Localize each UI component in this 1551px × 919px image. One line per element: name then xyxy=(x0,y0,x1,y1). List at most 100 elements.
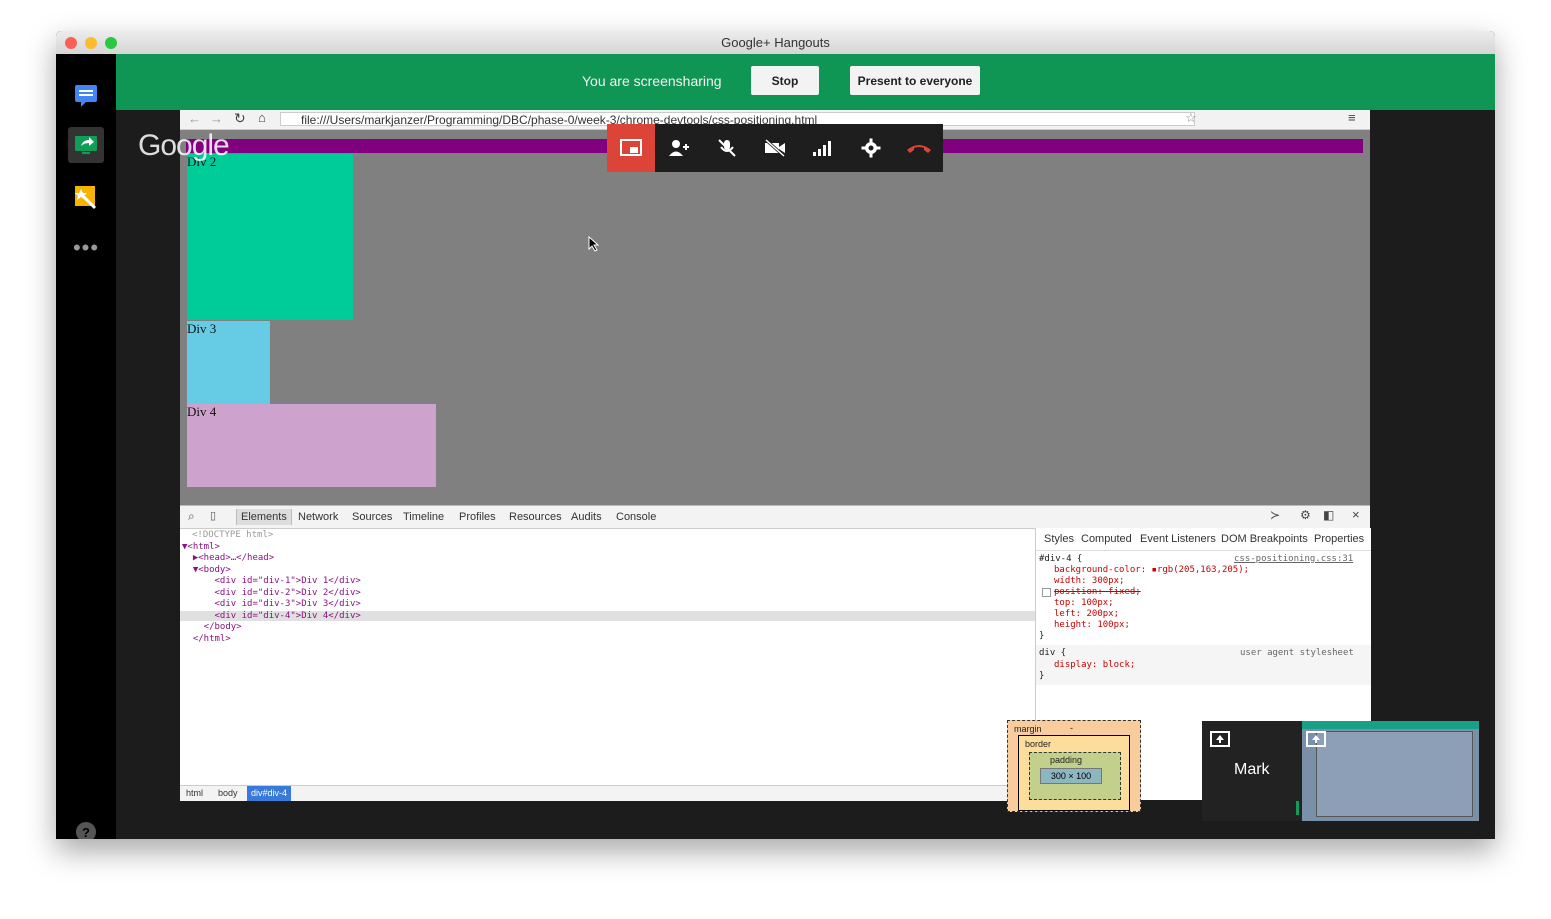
screenshare-thumb-icon xyxy=(1306,731,1326,747)
preview-banner xyxy=(1302,721,1479,729)
breadcrumb: html body div#div-4 xyxy=(180,785,1035,801)
styles-tabbar: Styles Computed Event Listeners DOM Brea… xyxy=(1036,528,1371,551)
forward-icon[interactable]: → xyxy=(210,111,223,126)
tab-styles[interactable]: Styles xyxy=(1044,533,1074,545)
box-padding: padding 300 × 100 xyxy=(1029,752,1121,800)
devtools-panel: ⌕ ▯ Elements Network Sources Timeline Pr… xyxy=(180,505,1371,801)
tab-network[interactable]: Network xyxy=(298,511,338,523)
box-border-label: border xyxy=(1025,739,1052,749)
screenshare-preview-thumbnail[interactable] xyxy=(1302,721,1479,821)
tab-event-listeners[interactable]: Event Listeners xyxy=(1140,533,1216,545)
mic-off-icon[interactable] xyxy=(703,124,751,172)
div-4-label: Div 4 xyxy=(187,404,217,419)
rule-property[interactable]: background-color: ▪rgb(205,163,205); xyxy=(1054,565,1249,575)
box-margin-label: margin xyxy=(1014,724,1042,734)
rule-property-disabled[interactable]: position: fixed; xyxy=(1054,587,1141,597)
present-to-everyone-button[interactable]: Present to everyone xyxy=(850,66,980,95)
rule-property[interactable]: left: 200px; xyxy=(1054,609,1119,619)
ua-rule-source: user agent stylesheet xyxy=(1240,648,1354,658)
rule-property[interactable]: width: 300px; xyxy=(1054,576,1124,586)
tree-line-selected[interactable]: <div id="div-4">Div 4</div> xyxy=(180,611,1037,621)
rule-close: } xyxy=(1039,631,1045,641)
tree-line[interactable]: ▶<head>…</head> xyxy=(182,553,274,563)
hangouts-sidebar: ••• ? xyxy=(56,54,116,839)
tab-resources[interactable]: Resources xyxy=(509,511,562,523)
help-icon[interactable]: ? xyxy=(76,822,96,839)
tree-line[interactable]: <div id="div-2">Div 2</div> xyxy=(182,588,361,598)
google-logo: Google xyxy=(138,129,230,162)
device-mode-icon[interactable]: ▯ xyxy=(210,509,216,522)
div-2-box: Div 2 xyxy=(187,154,353,320)
reload-icon[interactable]: ↻ xyxy=(234,110,246,127)
screenshare-thumb-icon xyxy=(1210,731,1230,747)
div-3-box: Div 3 xyxy=(187,321,270,404)
window-title: Google+ Hangouts xyxy=(721,35,830,50)
div-3-label: Div 3 xyxy=(187,321,217,336)
dock-icon[interactable]: ◧ xyxy=(1323,508,1334,522)
back-icon[interactable]: ← xyxy=(188,111,201,126)
tab-profiles[interactable]: Profiles xyxy=(459,511,496,523)
rule-property[interactable]: top: 100px; xyxy=(1054,598,1114,608)
hangup-icon[interactable] xyxy=(895,124,943,172)
call-controls xyxy=(607,124,943,172)
tree-line[interactable]: </html> xyxy=(182,634,231,644)
ua-rule-close: } xyxy=(1039,671,1045,681)
tree-line[interactable]: <div id="div-3">Div 3</div> xyxy=(182,599,361,609)
home-icon[interactable]: ⌂ xyxy=(258,110,266,125)
devtools-tabbar: ⌕ ▯ Elements Network Sources Timeline Pr… xyxy=(180,506,1370,529)
screenshare-icon[interactable] xyxy=(68,127,104,163)
tab-properties[interactable]: Properties xyxy=(1314,533,1364,545)
tab-audits[interactable]: Audits xyxy=(571,511,602,523)
title-bar: Google+ Hangouts xyxy=(56,31,1495,55)
div-4-box: Div 4 xyxy=(187,404,436,487)
tree-line[interactable]: <div id="div-1">Div 1</div> xyxy=(182,576,361,586)
inspect-icon[interactable]: ⌕ xyxy=(188,509,195,524)
tree-line[interactable]: </body> xyxy=(182,622,242,632)
console-drawer-icon[interactable]: ≻ xyxy=(1270,508,1280,522)
audio-level-icon xyxy=(1296,801,1299,815)
ua-rule-selector: div { xyxy=(1039,648,1067,658)
tree-line[interactable]: ▼<html> xyxy=(182,542,220,552)
tab-elements[interactable]: Elements xyxy=(236,509,292,525)
breadcrumb-body[interactable]: body xyxy=(218,788,238,798)
tree-line[interactable]: <!DOCTYPE html> xyxy=(192,530,273,540)
rule-source-link[interactable]: css-positioning.css:31 xyxy=(1234,554,1353,564)
box-content: 300 × 100 xyxy=(1040,768,1102,784)
tab-dom-breakpoints[interactable]: DOM Breakpoints xyxy=(1221,533,1308,545)
settings-icon[interactable] xyxy=(847,124,895,172)
chat-icon[interactable] xyxy=(68,77,104,113)
tree-line[interactable]: ▼<body> xyxy=(182,565,231,575)
add-person-icon[interactable] xyxy=(655,124,703,172)
tab-computed[interactable]: Computed xyxy=(1081,533,1132,545)
rule-property[interactable]: height: 100px; xyxy=(1054,620,1130,630)
ua-rule-property: display: block; xyxy=(1054,660,1136,670)
box-margin-value: - xyxy=(1070,723,1073,733)
breadcrumb-html[interactable]: html xyxy=(186,788,203,798)
signal-icon[interactable] xyxy=(799,124,847,172)
tab-sources[interactable]: Sources xyxy=(352,511,392,523)
rule-selector: #div-4 { xyxy=(1039,554,1083,564)
screenshare-status: You are screensharing xyxy=(582,73,722,89)
menu-icon[interactable]: ≡ xyxy=(1348,110,1356,125)
box-border: border padding 300 × 100 xyxy=(1018,735,1130,811)
participant-name: Mark xyxy=(1234,761,1270,778)
property-checkbox[interactable] xyxy=(1042,588,1051,597)
preview-screen xyxy=(1316,731,1473,817)
tab-timeline[interactable]: Timeline xyxy=(403,511,444,523)
more-icon[interactable]: ••• xyxy=(68,230,104,266)
screenshare-banner: You are screensharing Stop Present to ev… xyxy=(116,54,1495,110)
box-model-diagram: margin - border padding 300 × 100 xyxy=(1007,720,1141,812)
devtools-settings-icon[interactable]: ⚙ xyxy=(1300,508,1311,522)
tab-console[interactable]: Console xyxy=(616,511,656,523)
bookmark-star-icon[interactable]: ☆ xyxy=(1185,110,1197,126)
participant-thumbnail[interactable]: Mark xyxy=(1202,721,1302,821)
stop-button[interactable]: Stop xyxy=(751,66,819,95)
effects-icon[interactable] xyxy=(68,179,104,215)
screen-icon[interactable] xyxy=(607,124,655,172)
breadcrumb-div4[interactable]: div#div-4 xyxy=(247,786,292,801)
box-padding-label: padding xyxy=(1050,755,1083,765)
close-devtools-icon[interactable]: × xyxy=(1352,507,1360,522)
video-off-icon[interactable] xyxy=(751,124,799,172)
hangouts-window: Google+ Hangouts ••• ? You are screensha… xyxy=(56,31,1495,839)
cursor-icon xyxy=(588,236,600,252)
